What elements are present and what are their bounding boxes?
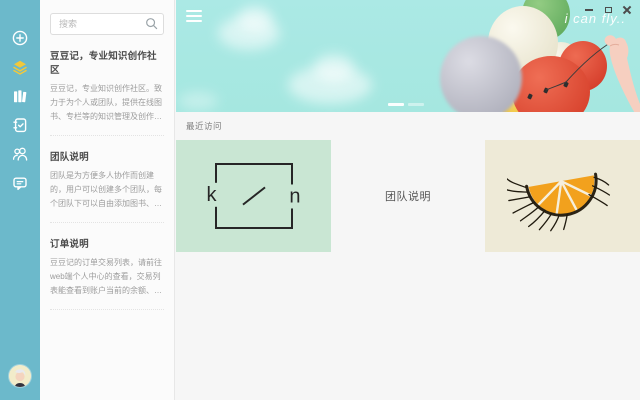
recent-item-team[interactable]: 团队说明 [331,140,485,252]
create-button[interactable] [11,29,29,47]
chat-bubble-icon [11,174,29,192]
list-item-team[interactable]: 团队说明 团队是为方便多人协作而创建的，用户可以创建多个团队，每个团队下可以自由… [50,136,164,223]
article-title: 豆豆记，专业知识创作社区 [50,48,164,76]
layers-icon [11,58,29,76]
kn-logo-letter-k: k [204,183,220,207]
notebook-tab[interactable] [11,116,29,134]
books-icon [11,87,29,105]
recent-item-cover-orange[interactable] [485,140,640,252]
recent-item-title: 团队说明 [385,188,431,204]
list-item-intro[interactable]: 豆豆记，专业知识创作社区 豆豆记，专业知识创作社区。致力于为个人或团队，提供在线… [50,35,164,136]
menu-icon[interactable] [186,10,202,22]
search-icon[interactable] [145,17,158,30]
carousel-indicators [388,103,424,106]
plus-circle-icon [11,29,29,47]
carousel-dash[interactable] [408,103,424,106]
recent-item-cover-kn[interactable]: k n [176,140,331,252]
recent-label: 最近访问 [186,120,222,132]
team-icon [11,145,29,163]
team-tab[interactable] [11,145,29,163]
article-snippet: 团队是为方便多人协作而创建的，用户可以创建多个团队，每个团队下可以自由添加图书、… [50,169,164,211]
feedback-tab[interactable] [11,174,29,192]
minimize-icon[interactable] [584,5,594,15]
banner-carousel: i can fly.. [176,0,640,112]
search-box [50,13,164,35]
article-snippet: 豆豆记的订单交易列表，请前往web端个人中心的查看，交易列表能查看到账户当前的余… [50,256,164,298]
user-avatar[interactable] [9,365,31,387]
main-area: i can fly.. 最近访问 k n 团队说明 [176,0,640,400]
list-item-orders[interactable]: 订单说明 豆豆记的订单交易列表，请前往web端个人中心的查看，交易列表能查看到账… [50,223,164,310]
window-controls [584,4,632,16]
kn-logo: k n [215,163,293,229]
orange-slice-icon [507,153,619,239]
icon-rail [0,0,40,400]
docs-tab-active[interactable] [11,58,29,76]
books-tab[interactable] [11,87,29,105]
article-snippet: 豆豆记，专业知识创作社区。致力于为个人或团队，提供在线图书、专栏等的知识管理及创… [50,82,164,124]
carousel-dash-active[interactable] [388,103,404,106]
maximize-icon[interactable] [603,5,613,15]
notebook-icon [11,116,29,134]
sidebar: 豆豆记，专业知识创作社区 豆豆记，专业知识创作社区。致力于为个人或团队，提供在线… [40,0,175,400]
recent-items-row: k n 团队说明 [176,140,640,252]
recent-section: 最近访问 k n 团队说明 [176,112,640,400]
close-icon[interactable] [622,5,632,15]
article-title: 团队说明 [50,149,164,163]
article-list: 豆豆记，专业知识创作社区 豆豆记，专业知识创作社区。致力于为个人或团队，提供在线… [40,35,174,310]
kn-logo-slash [242,187,265,206]
rail-icon-stack [0,0,40,192]
kn-logo-letter-n: n [286,184,303,208]
article-title: 订单说明 [50,236,164,250]
